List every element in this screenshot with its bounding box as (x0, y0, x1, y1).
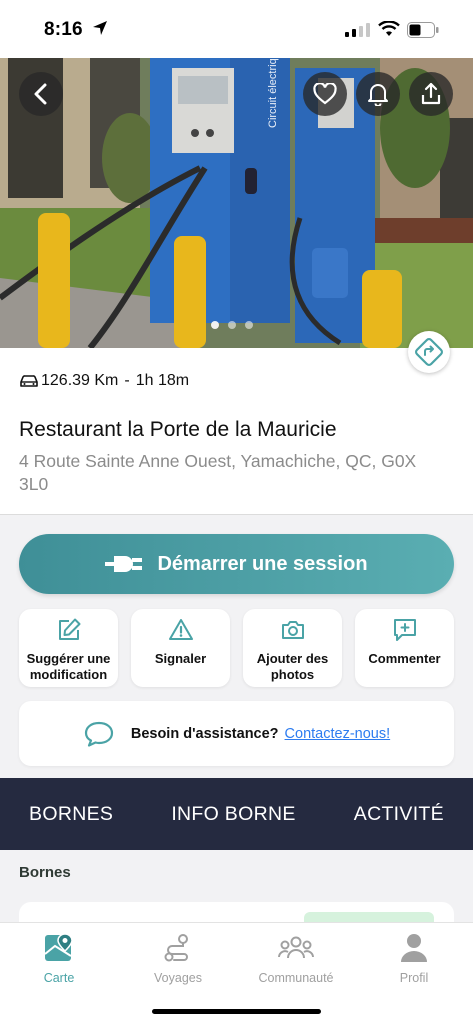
report-label: Signaler (154, 651, 207, 666)
carousel-dot[interactable] (245, 321, 253, 329)
tab-bornes[interactable]: BORNES (29, 803, 113, 826)
community-icon (278, 936, 314, 959)
nav-label-carte: Carte (43, 971, 75, 985)
section-title: Bornes (19, 864, 71, 881)
carousel-dot[interactable] (211, 321, 219, 329)
comment-plus-icon (393, 619, 416, 641)
photo-brand-text: Circuit électrique (267, 58, 279, 128)
chevron-left-icon (34, 83, 47, 105)
carousel-dot[interactable] (228, 321, 236, 329)
battery-icon (407, 22, 439, 38)
back-button[interactable] (19, 72, 63, 116)
add-photos-label: Ajouter des photos (256, 651, 329, 682)
trip-distance: 126.39 Km (41, 372, 119, 389)
plug-icon (105, 556, 143, 572)
nav-item-carte[interactable]: Carte (9, 931, 109, 985)
nav-item-communaute[interactable]: Communauté (246, 931, 346, 985)
notification-button[interactable] (356, 72, 400, 116)
bell-icon (368, 84, 388, 106)
station-name: Restaurant la Porte de la Mauricie (19, 418, 337, 441)
map-icon (44, 933, 73, 961)
report-button[interactable]: Signaler (131, 609, 230, 687)
start-session-button[interactable]: Démarrer une session (19, 534, 454, 594)
contact-us-link[interactable]: Contactez-nous! (285, 726, 391, 742)
wifi-icon (378, 21, 400, 36)
start-session-label: Démarrer une session (157, 552, 368, 575)
nav-label-profil: Profil (399, 971, 429, 985)
directions-icon (415, 338, 443, 366)
carousel-indicator (211, 321, 253, 329)
share-button[interactable] (409, 72, 453, 116)
tab-activite[interactable]: ACTIVITÉ (354, 803, 444, 826)
action-tiles: Suggérer une modification Signaler Ajout… (19, 609, 454, 687)
status-bar: 8:16 (0, 0, 473, 58)
camera-icon (281, 621, 304, 639)
trip-summary: 126.39 Km - 1h 18m (19, 372, 189, 390)
nav-label-voyages: Voyages (154, 971, 202, 985)
trip-duration: 1h 18m (135, 372, 190, 389)
nav-item-profil[interactable]: Profil (364, 931, 464, 985)
heart-icon (313, 83, 337, 105)
suggest-edit-button[interactable]: Suggérer une modification (19, 609, 118, 687)
section-tabs: BORNES INFO BORNE ACTIVITÉ (0, 778, 473, 850)
station-info: 126.39 Km - 1h 18m Restaurant la Porte d… (0, 348, 473, 515)
directions-button[interactable] (408, 331, 450, 373)
comment-button[interactable]: Commenter (355, 609, 454, 687)
station-photo[interactable]: Circuit électrique (0, 58, 473, 348)
charging-station-photo: Circuit électrique (0, 58, 473, 348)
route-icon (164, 934, 188, 962)
share-icon (421, 82, 441, 105)
nav-item-voyages[interactable]: Voyages (128, 931, 228, 985)
edit-icon (58, 618, 80, 640)
station-address: 4 Route Sainte Anne Ouest, Yamachiche, Q… (19, 451, 417, 494)
add-photos-button[interactable]: Ajouter des photos (243, 609, 342, 687)
profile-icon (401, 934, 427, 962)
nav-label-communaute: Communauté (258, 971, 334, 985)
home-indicator[interactable] (152, 1009, 321, 1014)
comment-label: Commenter (368, 651, 441, 666)
assistance-banner: Besoin d'assistance? Contactez-nous! (19, 701, 454, 766)
status-time: 8:16 (44, 19, 83, 40)
location-arrow-icon (93, 21, 107, 35)
favorite-button[interactable] (303, 72, 347, 116)
suggest-edit-label: Suggérer une modification (26, 651, 111, 682)
car-icon (20, 375, 38, 387)
tab-info-borne[interactable]: INFO BORNE (171, 803, 295, 826)
trip-separator: - (124, 372, 130, 389)
chat-bubble-icon (84, 721, 113, 747)
warning-icon (168, 619, 193, 640)
cellular-signal-icon (345, 23, 370, 37)
assistance-text: Besoin d'assistance? (130, 725, 279, 742)
